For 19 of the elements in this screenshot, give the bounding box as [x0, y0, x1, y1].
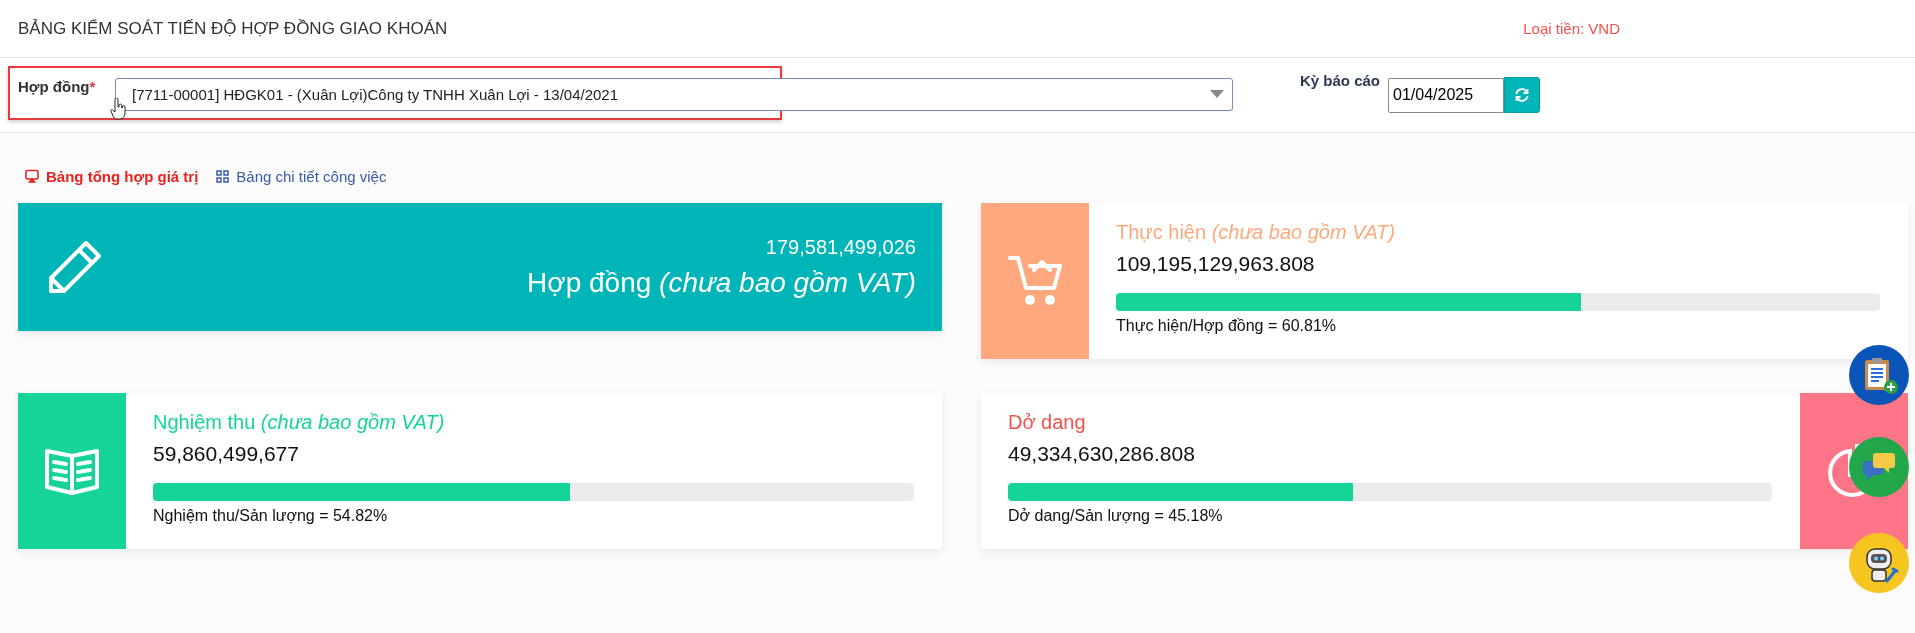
card-value: 59,860,499,677	[153, 442, 300, 466]
contract-select[interactable]: [7711-00001] HĐGK01 - (Xuân Lợi)Công ty TNHH Xuân Lợi - 13/04/2021	[115, 77, 1233, 111]
progress-caption: Thực hiện/Hợp đồng = 60.81%	[1116, 317, 1337, 335]
progress-caption: Dở dang/Sản lượng = 45.18%	[1008, 507, 1224, 525]
currency-label: Loại tiền: VND	[1523, 20, 1620, 37]
card-value: 49,334,630,286.808	[1008, 442, 1196, 466]
contract-value: 179,581,499,026	[765, 235, 916, 259]
contract-label: Hợp đồng*	[18, 78, 96, 95]
tab[interactable]: Bảng tổng hợp giá trị	[25, 165, 199, 187]
contract-title: Hợp đồng (chưa bao gồm VAT)	[527, 266, 916, 299]
progress-caption: Nghiệm thu/Sản lượng = 54.82%	[153, 507, 389, 525]
page-title: BẢNG KIỂM SOÁT TIẾN ĐỘ HỢP ĐỒNG GIAO KHOÁN	[18, 18, 448, 39]
period-input[interactable]: 01/04/2025	[1388, 77, 1505, 113]
card-value: 109,195,129,963.808	[1116, 252, 1316, 276]
tab[interactable]: Bảng chi tiết công việc	[216, 165, 387, 187]
period-label: Kỳ báo cáo	[1300, 72, 1381, 89]
card-title: Nghiệm thu (chưa bao gồm VAT)	[153, 411, 446, 434]
card-title: Thực hiện (chưa bao gồm VAT)	[1116, 221, 1397, 244]
card-title: Dở dang	[1008, 411, 1087, 434]
